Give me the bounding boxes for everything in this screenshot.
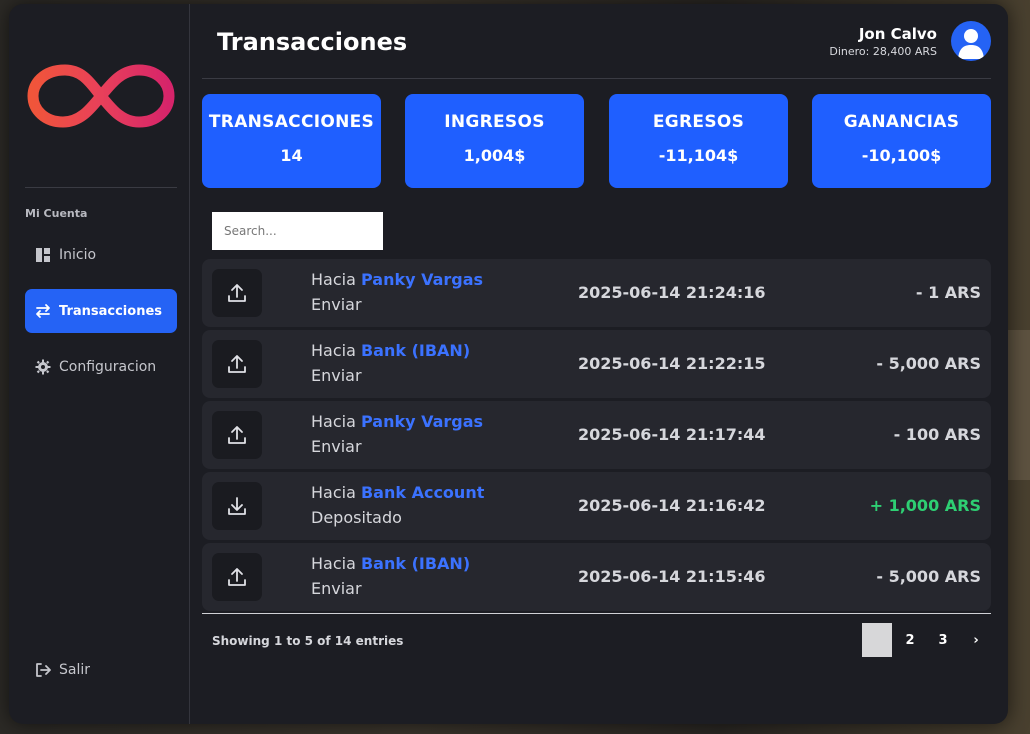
- infinity-logo: [27, 64, 175, 128]
- stat-value: -10,100$: [861, 146, 942, 165]
- avatar[interactable]: [951, 21, 991, 61]
- transaction-type: Enviar: [311, 366, 362, 385]
- party-prefix: Hacia: [311, 483, 356, 502]
- transaction-date: 2025-06-14 21:22:15: [578, 354, 766, 373]
- sidebar-item-label: Configuracion: [59, 359, 157, 375]
- transfer-arrows-icon: [35, 303, 51, 319]
- transaction-amount: - 5,000 ARS: [876, 567, 981, 586]
- upload-icon-button[interactable]: [212, 269, 262, 317]
- upload-icon: [228, 426, 246, 444]
- stat-value: 14: [280, 146, 303, 165]
- transaction-party: Hacia Bank Account: [311, 483, 484, 502]
- list-item[interactable]: Hacia Panky Vargas Enviar 2025-06-14 21:…: [202, 259, 991, 327]
- next-page-button[interactable]: ›: [961, 623, 991, 657]
- transaction-amount: - 100 ARS: [893, 425, 981, 444]
- stat-card-transacciones: TRANSACCIONES 14: [202, 94, 381, 188]
- transaction-date: 2025-06-14 21:15:46: [578, 567, 766, 586]
- sidebar-item-label: Transacciones: [59, 303, 162, 319]
- transaction-amount: + 1,000 ARS: [869, 496, 981, 515]
- upload-icon-button[interactable]: [212, 411, 262, 459]
- party-name: Panky Vargas: [360, 270, 484, 289]
- logout-button[interactable]: Salir: [25, 650, 90, 690]
- pagination: 1 2 3 ›: [859, 623, 991, 657]
- transaction-date: 2025-06-14 21:17:44: [578, 425, 766, 444]
- transaction-type: Depositado: [311, 508, 402, 527]
- transaction-party: Hacia Panky Vargas: [311, 270, 483, 289]
- party-prefix: Hacia: [311, 412, 356, 431]
- stat-label: INGRESOS: [444, 112, 545, 132]
- party-name: Bank Account: [360, 483, 485, 502]
- page-title: Transacciones: [217, 28, 408, 56]
- list-item[interactable]: Hacia Bank Account Depositado 2025-06-14…: [202, 472, 991, 540]
- stat-card-ganancias: GANANCIAS -10,100$: [812, 94, 991, 188]
- download-icon-button[interactable]: [212, 482, 262, 530]
- transaction-type: Enviar: [311, 295, 362, 314]
- table-bottom-divider: [202, 613, 991, 614]
- party-name: Panky Vargas: [360, 412, 484, 431]
- transaction-party: Hacia Panky Vargas: [311, 412, 483, 431]
- transaction-amount: - 1 ARS: [915, 283, 981, 302]
- party-prefix: Hacia: [311, 341, 356, 360]
- sidebar-item-inicio[interactable]: Inicio: [25, 233, 177, 277]
- app-window: Mi Cuenta Inicio Transacciones Configura…: [9, 4, 1008, 724]
- section-label: Mi Cuenta: [25, 207, 88, 220]
- upload-icon-button[interactable]: [212, 553, 262, 601]
- list-item[interactable]: Hacia Bank (IBAN) Enviar 2025-06-14 21:1…: [202, 543, 991, 611]
- stat-label: GANANCIAS: [843, 112, 960, 132]
- stat-card-egresos: EGRESOS -11,104$: [609, 94, 788, 188]
- gear-icon: [35, 359, 51, 375]
- transaction-date: 2025-06-14 21:16:42: [578, 496, 766, 515]
- party-name: Bank (IBAN): [360, 554, 471, 573]
- stat-value: -11,104$: [658, 146, 739, 165]
- sidebar-item-label: Inicio: [59, 247, 97, 263]
- transaction-date: 2025-06-14 21:24:16: [578, 283, 766, 302]
- transaction-party: Hacia Bank (IBAN): [311, 341, 470, 360]
- stat-label: TRANSACCIONES: [208, 112, 375, 132]
- party-prefix: Hacia: [311, 554, 356, 573]
- search-input[interactable]: [212, 212, 383, 250]
- sidebar-divider: [25, 187, 177, 188]
- sidebar: Mi Cuenta Inicio Transacciones Configura…: [9, 4, 190, 724]
- sign-out-icon: [35, 662, 51, 678]
- stat-label: EGRESOS: [652, 112, 745, 132]
- upload-icon: [228, 355, 246, 373]
- user-icon: [958, 29, 984, 59]
- user-info: Jon Calvo Dinero: 28,400 ARS: [829, 21, 991, 61]
- logout-label: Salir: [59, 662, 91, 678]
- list-item[interactable]: Hacia Panky Vargas Enviar 2025-06-14 21:…: [202, 401, 991, 469]
- user-balance: Dinero: 28,400 ARS: [829, 44, 937, 58]
- upload-icon: [228, 284, 246, 302]
- download-icon: [228, 497, 246, 515]
- transaction-type: Enviar: [311, 579, 362, 598]
- main-content: Transacciones Jon Calvo Dinero: 28,400 A…: [202, 4, 991, 724]
- party-name: Bank (IBAN): [360, 341, 471, 360]
- upload-icon: [228, 568, 246, 586]
- stat-card-ingresos: INGRESOS 1,004$: [405, 94, 584, 188]
- upload-icon-button[interactable]: [212, 340, 262, 388]
- page-1-button[interactable]: 1: [862, 623, 892, 657]
- entries-info: Showing 1 to 5 of 14 entries: [212, 634, 404, 648]
- user-name: Jon Calvo: [858, 24, 937, 43]
- transaction-party: Hacia Bank (IBAN): [311, 554, 470, 573]
- sidebar-item-configuracion[interactable]: Configuracion: [25, 345, 177, 389]
- sidebar-item-transacciones[interactable]: Transacciones: [25, 289, 177, 333]
- page-2-button[interactable]: 2: [895, 623, 925, 657]
- stat-value: 1,004$: [463, 146, 526, 165]
- list-item[interactable]: Hacia Bank (IBAN) Enviar 2025-06-14 21:2…: [202, 330, 991, 398]
- dashboard-icon: [35, 247, 51, 263]
- party-prefix: Hacia: [311, 270, 356, 289]
- transaction-type: Enviar: [311, 437, 362, 456]
- header-divider: [202, 78, 991, 79]
- page-3-button[interactable]: 3: [928, 623, 958, 657]
- transaction-amount: - 5,000 ARS: [876, 354, 981, 373]
